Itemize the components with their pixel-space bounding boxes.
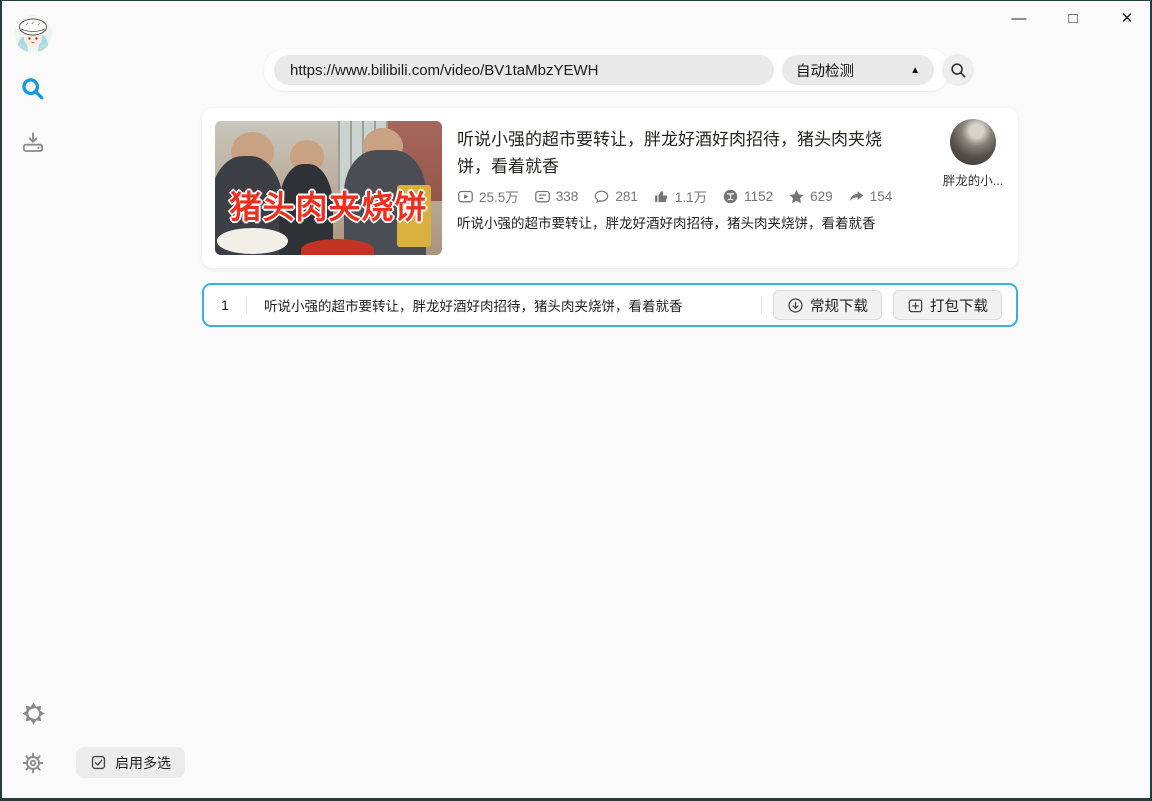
row-index: 1 — [221, 297, 229, 313]
stat-value: 629 — [810, 188, 833, 204]
search-icon — [22, 78, 44, 100]
stat-danmaku-count: 338 — [534, 188, 579, 205]
regular-download-label: 常规下载 — [810, 298, 868, 315]
app-logo-avatar[interactable] — [14, 15, 52, 53]
site-detect-label: 自动检测 — [796, 63, 854, 80]
sidebar-item-theme-toggle[interactable] — [19, 699, 47, 727]
sidebar-item-settings[interactable] — [19, 749, 47, 777]
video-info-card: 猪头肉夹烧饼 听说小强的超市要转让，胖龙好酒好肉招待，猪头肉夹烧饼，看着就香 2… — [202, 108, 1018, 268]
download-circle-icon — [788, 297, 803, 313]
uploader-block: 胖龙的小... — [938, 119, 1008, 189]
pack-download-button[interactable]: 打包下载 — [893, 290, 1002, 320]
regular-download-button[interactable]: 常规下载 — [773, 290, 882, 320]
caret-up-icon: ▲ — [910, 64, 920, 76]
url-input[interactable] — [274, 55, 774, 85]
box-plus-icon — [908, 298, 923, 312]
uploader-avatar[interactable] — [950, 119, 996, 165]
video-stats-row: 25.5万 338 281 1.1万 1152 629 154 — [457, 186, 892, 206]
search-icon — [950, 62, 965, 77]
gear-icon — [22, 752, 44, 774]
stat-share-count: 154 — [848, 188, 893, 205]
video-title: 听说小强的超市要转让，胖龙好酒好肉招待，猪头肉夹烧饼，看着就香 — [457, 130, 882, 176]
sidebar-item-search[interactable] — [19, 75, 47, 103]
stat-value: 338 — [555, 188, 579, 204]
minimize-button[interactable]: — — [1004, 5, 1034, 31]
row-title: 听说小强的超市要转让，胖龙好酒好肉招待，猪头肉夹烧饼，看着就香 — [264, 299, 683, 314]
stat-comment-count: 281 — [593, 188, 638, 205]
stat-value: 281 — [615, 188, 638, 204]
stat-coin-count: 1152 — [722, 188, 773, 205]
comment-icon — [595, 190, 609, 203]
stat-value: 154 — [869, 188, 893, 204]
thumb-plate-decor — [217, 228, 288, 254]
url-search-bar: 自动检测 ▲ — [264, 49, 974, 91]
app-window: — □ ✕ https://www.bilibili.com/video/BV1… — [0, 0, 1152, 801]
window-controls: — □ ✕ — [1004, 5, 1142, 31]
stat-like-count: 1.1万 — [653, 186, 707, 206]
checkbox-checked-icon — [91, 755, 106, 770]
sidebar-item-downloads[interactable] — [19, 128, 47, 156]
stat-value: 1152 — [744, 188, 774, 204]
play-count-icon — [458, 190, 473, 202]
like-icon — [654, 190, 667, 202]
divider — [246, 296, 247, 314]
enable-multi-select-button[interactable]: 启用多选 — [76, 747, 185, 778]
anime-avatar-icon — [14, 15, 52, 53]
danmaku-icon — [534, 190, 550, 202]
video-description: 听说小强的超市要转让，胖龙好酒好肉招待，猪头肉夹烧饼，看着就香 — [457, 216, 876, 231]
sidebar — [2, 1, 66, 798]
theme-sun-moon-icon — [22, 702, 44, 724]
favorite-star-icon — [789, 189, 804, 203]
close-button[interactable]: ✕ — [1112, 5, 1142, 31]
enable-multi-select-label: 启用多选 — [115, 754, 171, 771]
pack-download-label: 打包下载 — [930, 298, 988, 315]
divider — [761, 296, 762, 314]
download-list-row[interactable]: 1 听说小强的超市要转让，胖龙好酒好肉招待，猪头肉夹烧饼，看着就香 常规下载 打… — [202, 283, 1018, 327]
site-detect-dropdown[interactable]: 自动检测 ▲ — [782, 55, 934, 85]
stat-favorite-count: 629 — [788, 188, 833, 205]
stat-value: 1.1万 — [674, 190, 708, 205]
stat-value: 25.5万 — [479, 190, 519, 205]
share-icon — [849, 190, 863, 201]
thumb-bowl-decor — [301, 238, 374, 255]
download-tray-icon — [22, 132, 44, 152]
coin-icon — [723, 189, 738, 203]
thumbnail-caption: 猪头肉夹烧饼 — [229, 189, 428, 226]
maximize-button[interactable]: □ — [1058, 5, 1088, 31]
search-button[interactable] — [942, 54, 974, 86]
video-thumbnail[interactable]: 猪头肉夹烧饼 — [215, 121, 442, 255]
stat-play-count: 25.5万 — [457, 186, 519, 206]
uploader-name: 胖龙的小... — [942, 174, 1004, 188]
